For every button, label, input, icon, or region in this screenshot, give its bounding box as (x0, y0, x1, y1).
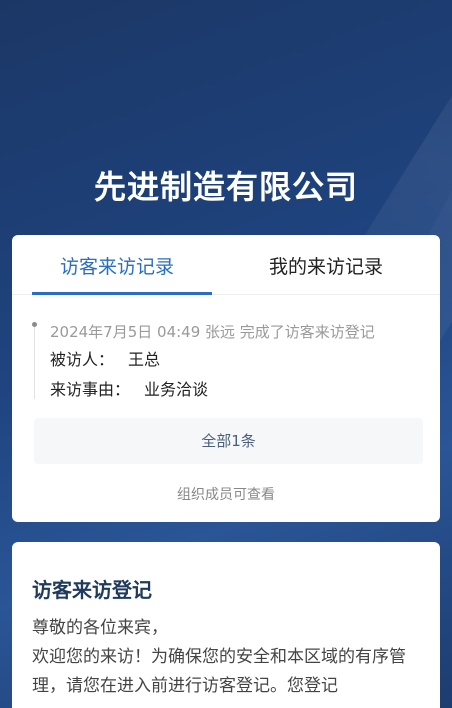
registration-card: 访客来访登记 尊敬的各位来宾， 欢迎您的来访！为确保您的安全和本区域的有序管理，… (12, 542, 440, 708)
record-meta: 2024年7月5日 04:49 张远 完成了访客来访登记 (50, 323, 375, 341)
reason-label: 来访事由： (50, 380, 131, 399)
registration-title: 访客来访登记 (32, 578, 152, 602)
company-name: 先进制造有限公司 (93, 168, 358, 206)
registration-body: 欢迎您的来访！为确保您的安全和本区域的有序管理，请您在进入前进行访客登记。您登记 (32, 647, 406, 696)
records-tab-bar: 访客来访记录 我的来访记录 (12, 235, 440, 295)
timeline-line (34, 325, 35, 399)
record-reason: 来访事由： 业务洽谈 (50, 376, 208, 400)
tab-visitor-records[interactable]: 访客来访记录 (60, 255, 174, 279)
registration-greeting: 尊敬的各位来宾， (32, 618, 168, 638)
member-visibility-note: 组织成员可查看 (177, 487, 275, 503)
timeline-dot-icon (32, 322, 37, 327)
host-label: 被访人： (50, 350, 115, 369)
active-tab-indicator (32, 292, 212, 295)
view-all-button[interactable]: 全部1条 (34, 418, 423, 464)
record-host: 被访人： 王总 (50, 346, 160, 370)
tab-my-records[interactable]: 我的来访记录 (269, 255, 383, 279)
registration-text: 尊敬的各位来宾， 欢迎您的来访！为确保您的安全和本区域的有序管理，请您在进入前进… (32, 614, 424, 701)
host-value: 王总 (128, 350, 161, 369)
visit-records-card: 访客来访记录 我的来访记录 2024年7月5日 04:49 张远 完成了访客来访… (12, 235, 440, 522)
reason-value: 业务洽谈 (144, 380, 209, 399)
